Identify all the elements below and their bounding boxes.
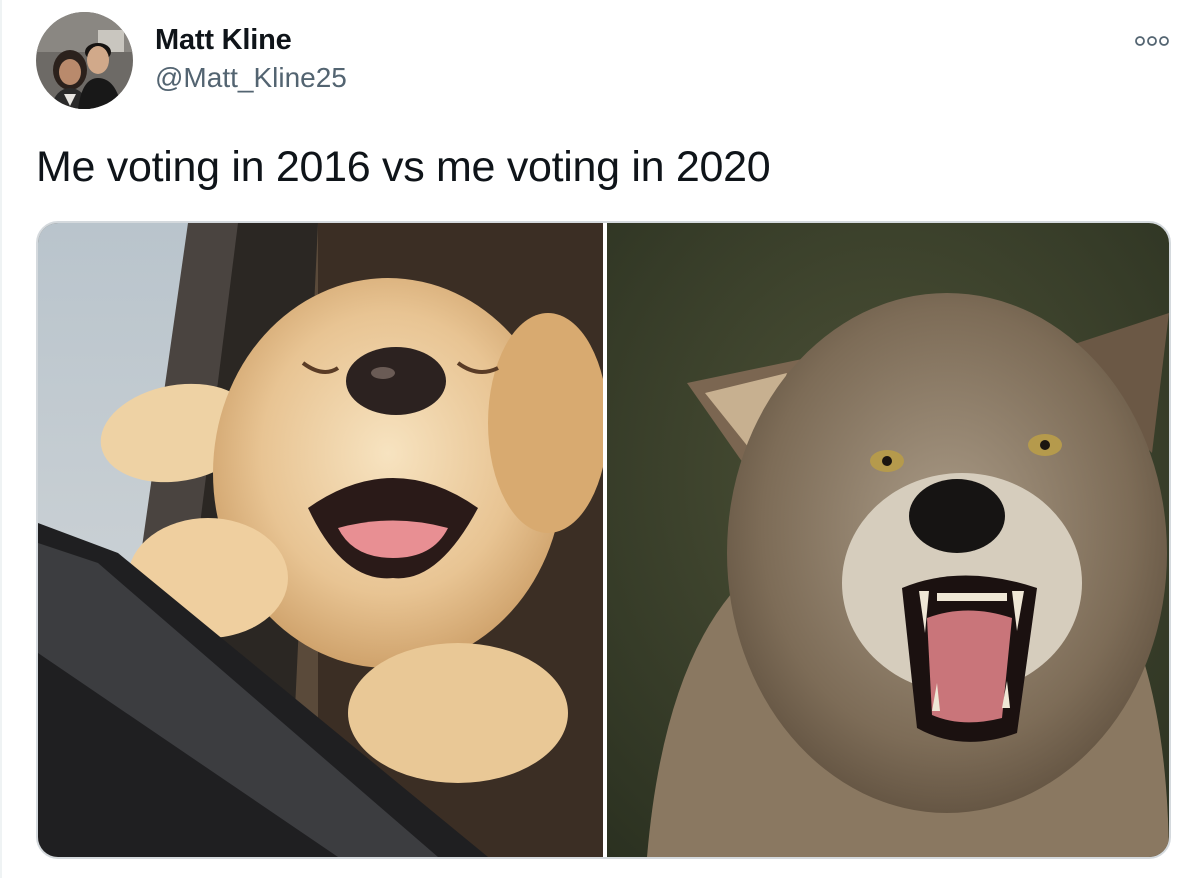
tweet-text: Me voting in 2016 vs me voting in 2020: [36, 143, 771, 191]
avatar[interactable]: [36, 12, 133, 109]
wolf-image: [607, 223, 1169, 857]
media-photo-puppy[interactable]: [38, 223, 603, 857]
media-grid: [36, 221, 1171, 859]
more-horizontal-icon: [1135, 36, 1169, 46]
user-handle[interactable]: @Matt_Kline25: [155, 62, 347, 94]
puppy-image: [38, 223, 603, 857]
more-options-button[interactable]: [1132, 26, 1172, 56]
avatar-photo: [36, 12, 133, 109]
tweet-card: Matt Kline @Matt_Kline25 Me voting in 20…: [0, 0, 1200, 878]
media-photo-wolf[interactable]: [607, 223, 1169, 857]
display-name[interactable]: Matt Kline: [155, 24, 292, 57]
